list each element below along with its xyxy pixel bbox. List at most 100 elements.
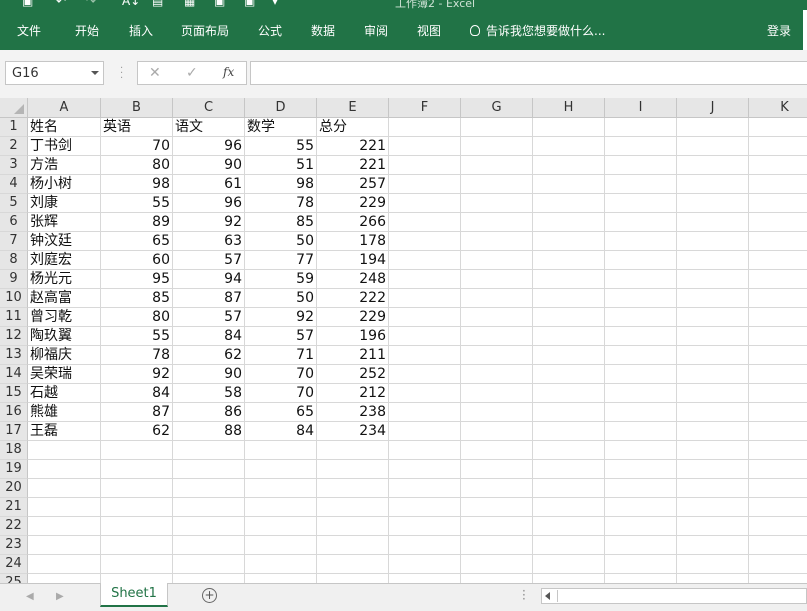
cell-b21[interactable] bbox=[101, 498, 173, 517]
cell-d15[interactable]: 70 bbox=[245, 384, 317, 403]
column-header-c[interactable]: C bbox=[173, 98, 245, 118]
cell-c8[interactable]: 57 bbox=[173, 251, 245, 270]
cell-k18[interactable] bbox=[749, 441, 807, 460]
cell-b13[interactable]: 78 bbox=[101, 346, 173, 365]
row-header-9[interactable]: 9 bbox=[0, 270, 28, 289]
tab-page-layout[interactable]: 页面布局 bbox=[181, 22, 229, 39]
cell-c21[interactable] bbox=[173, 498, 245, 517]
cell-h6[interactable] bbox=[533, 213, 605, 232]
form-icon[interactable]: ▤ bbox=[152, 0, 163, 8]
cell-f5[interactable] bbox=[389, 194, 461, 213]
tab-file[interactable]: 文件 bbox=[17, 22, 41, 39]
column-header-h[interactable]: H bbox=[533, 98, 605, 118]
row-header-5[interactable]: 5 bbox=[0, 194, 28, 213]
cell-j19[interactable] bbox=[677, 460, 749, 479]
insert-function-icon[interactable]: fx bbox=[223, 65, 234, 79]
cell-k1[interactable] bbox=[749, 118, 807, 137]
row-header-16[interactable]: 16 bbox=[0, 403, 28, 422]
cell-k10[interactable] bbox=[749, 289, 807, 308]
column-header-j[interactable]: J bbox=[677, 98, 749, 118]
tab-insert[interactable]: 插入 bbox=[129, 22, 153, 39]
column-header-f[interactable]: F bbox=[389, 98, 461, 118]
cell-b8[interactable]: 60 bbox=[101, 251, 173, 270]
cell-j18[interactable] bbox=[677, 441, 749, 460]
cell-d11[interactable]: 92 bbox=[245, 308, 317, 327]
cancel-icon[interactable]: ✕ bbox=[149, 65, 161, 81]
cell-g2[interactable] bbox=[461, 137, 533, 156]
cell-k13[interactable] bbox=[749, 346, 807, 365]
cell-j22[interactable] bbox=[677, 517, 749, 536]
cell-e19[interactable] bbox=[317, 460, 389, 479]
cell-g21[interactable] bbox=[461, 498, 533, 517]
cell-k7[interactable] bbox=[749, 232, 807, 251]
cell-k23[interactable] bbox=[749, 536, 807, 555]
cell-e8[interactable]: 194 bbox=[317, 251, 389, 270]
cell-g4[interactable] bbox=[461, 175, 533, 194]
cell-c5[interactable]: 96 bbox=[173, 194, 245, 213]
cell-c23[interactable] bbox=[173, 536, 245, 555]
tell-me-search[interactable]: 告诉我您想要做什么... bbox=[470, 22, 605, 39]
cell-h13[interactable] bbox=[533, 346, 605, 365]
cell-a13[interactable]: 柳福庆 bbox=[28, 346, 101, 365]
row-header-20[interactable]: 20 bbox=[0, 479, 28, 498]
customize-icon[interactable]: ▾ bbox=[272, 0, 278, 8]
cell-i8[interactable] bbox=[605, 251, 677, 270]
cell-c9[interactable]: 94 bbox=[173, 270, 245, 289]
cell-b14[interactable]: 92 bbox=[101, 365, 173, 384]
cell-b6[interactable]: 89 bbox=[101, 213, 173, 232]
cell-d8[interactable]: 77 bbox=[245, 251, 317, 270]
formula-input[interactable] bbox=[250, 61, 807, 85]
cell-d1[interactable]: 数学 bbox=[245, 118, 317, 137]
cell-h10[interactable] bbox=[533, 289, 605, 308]
cell-g5[interactable] bbox=[461, 194, 533, 213]
cell-f21[interactable] bbox=[389, 498, 461, 517]
cell-c13[interactable]: 62 bbox=[173, 346, 245, 365]
cell-a25[interactable] bbox=[28, 574, 101, 583]
cell-f1[interactable] bbox=[389, 118, 461, 137]
column-header-g[interactable]: G bbox=[461, 98, 533, 118]
cell-j25[interactable] bbox=[677, 574, 749, 583]
column-header-d[interactable]: D bbox=[245, 98, 317, 118]
cell-g11[interactable] bbox=[461, 308, 533, 327]
cell-d12[interactable]: 57 bbox=[245, 327, 317, 346]
row-header-17[interactable]: 17 bbox=[0, 422, 28, 441]
cell-a17[interactable]: 王磊 bbox=[28, 422, 101, 441]
cell-f4[interactable] bbox=[389, 175, 461, 194]
cell-j16[interactable] bbox=[677, 403, 749, 422]
cell-i1[interactable] bbox=[605, 118, 677, 137]
cell-h7[interactable] bbox=[533, 232, 605, 251]
cell-h17[interactable] bbox=[533, 422, 605, 441]
cell-k11[interactable] bbox=[749, 308, 807, 327]
cell-e24[interactable] bbox=[317, 555, 389, 574]
cell-k12[interactable] bbox=[749, 327, 807, 346]
cell-i21[interactable] bbox=[605, 498, 677, 517]
cell-b3[interactable]: 80 bbox=[101, 156, 173, 175]
cell-c19[interactable] bbox=[173, 460, 245, 479]
cell-g19[interactable] bbox=[461, 460, 533, 479]
cell-k6[interactable] bbox=[749, 213, 807, 232]
cell-f11[interactable] bbox=[389, 308, 461, 327]
cell-d20[interactable] bbox=[245, 479, 317, 498]
row-header-22[interactable]: 22 bbox=[0, 517, 28, 536]
row-header-10[interactable]: 10 bbox=[0, 289, 28, 308]
cell-d10[interactable]: 50 bbox=[245, 289, 317, 308]
cell-h12[interactable] bbox=[533, 327, 605, 346]
cell-c18[interactable] bbox=[173, 441, 245, 460]
cell-g16[interactable] bbox=[461, 403, 533, 422]
cell-a5[interactable]: 刘康 bbox=[28, 194, 101, 213]
cell-c1[interactable]: 语文 bbox=[173, 118, 245, 137]
cell-k2[interactable] bbox=[749, 137, 807, 156]
cell-i17[interactable] bbox=[605, 422, 677, 441]
redo-icon[interactable]: ↷ bbox=[86, 0, 96, 8]
cell-i12[interactable] bbox=[605, 327, 677, 346]
cell-a7[interactable]: 钟汶廷 bbox=[28, 232, 101, 251]
cell-e3[interactable]: 221 bbox=[317, 156, 389, 175]
cell-h1[interactable] bbox=[533, 118, 605, 137]
horizontal-scrollbar[interactable] bbox=[541, 588, 807, 604]
column-header-e[interactable]: E bbox=[317, 98, 389, 118]
cell-d6[interactable]: 85 bbox=[245, 213, 317, 232]
cell-d17[interactable]: 84 bbox=[245, 422, 317, 441]
cell-j15[interactable] bbox=[677, 384, 749, 403]
cell-k15[interactable] bbox=[749, 384, 807, 403]
cell-a4[interactable]: 杨小树 bbox=[28, 175, 101, 194]
